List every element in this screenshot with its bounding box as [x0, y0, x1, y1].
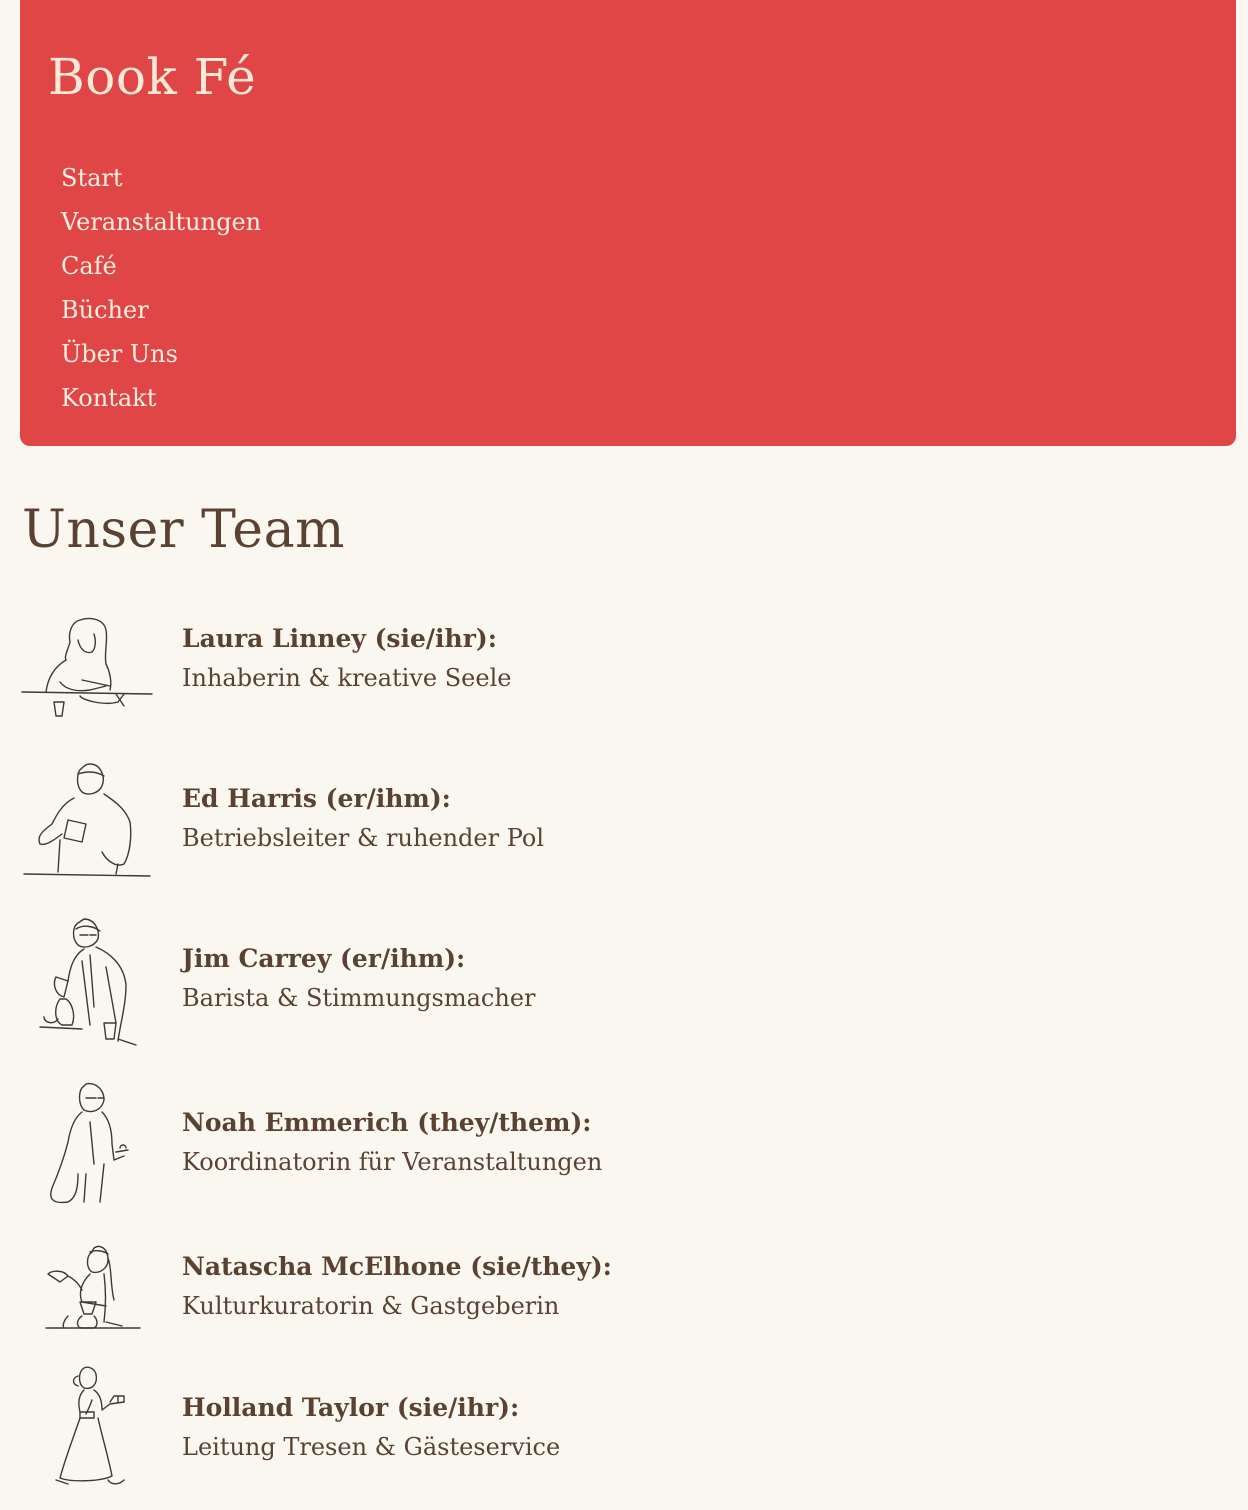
member-name: Jim Carrey (er/ihm): [182, 944, 466, 973]
team-member: Holland Taylor (sie/ihr): Leitung Tresen… [20, 1362, 820, 1502]
nav-item-start[interactable]: Start [61, 160, 261, 204]
team-member: Laura Linney (sie/ihr): Inhaberin & krea… [20, 610, 820, 750]
page-title: Unser Team [22, 500, 345, 560]
person-in-dress-serving-icon [55, 1366, 125, 1485]
member-name: Ed Harris (er/ihm): [182, 784, 451, 813]
team-member: Jim Carrey (er/ihm): Barista & Stimmungs… [20, 915, 820, 1055]
team-member: Ed Harris (er/ihm): Betriebsleiter & ruh… [20, 760, 820, 900]
nav-item-cafe[interactable]: Café [61, 248, 261, 292]
member-name: Laura Linney (sie/ihr): [182, 624, 497, 653]
member-role: Koordinatorin für Veranstaltungen [182, 1148, 603, 1176]
person-writing-at-table-icon [21, 617, 153, 717]
person-pouring-milk-icon [23, 763, 151, 877]
barista-with-coffee-pots-icon [39, 918, 137, 1046]
member-role: Kulturkuratorin & Gastgeberin [182, 1292, 560, 1320]
nav-item-kontakt[interactable]: Kontakt [61, 380, 261, 424]
member-role: Barista & Stimmungsmacher [182, 984, 536, 1012]
member-name: Holland Taylor (sie/ihr): [182, 1393, 520, 1422]
nav-item-veranstaltungen[interactable]: Veranstaltungen [61, 204, 261, 248]
nav-item-ueber-uns[interactable]: Über Uns [61, 336, 261, 380]
team-member: Noah Emmerich (they/them): Koordinatorin… [20, 1078, 820, 1218]
site-header: Book Fé Start Veranstaltungen Café Büche… [20, 0, 1236, 446]
member-name: Natascha McElhone (sie/they): [182, 1252, 612, 1281]
person-with-bag-and-tray-icon [50, 1082, 129, 1204]
member-role: Betriebsleiter & ruhender Pol [182, 824, 545, 852]
nav-item-buecher[interactable]: Bücher [61, 292, 261, 336]
person-brewing-pour-over-icon [45, 1245, 141, 1329]
team-member: Natascha McElhone (sie/they): Kulturkura… [20, 1240, 820, 1380]
main-nav: Start Veranstaltungen Café Bücher Über U… [61, 160, 261, 424]
member-role: Inhaberin & kreative Seele [182, 664, 512, 692]
member-role: Leitung Tresen & Gästeservice [182, 1433, 561, 1461]
site-logo[interactable]: Book Fé [48, 48, 256, 106]
member-name: Noah Emmerich (they/them): [182, 1108, 592, 1137]
